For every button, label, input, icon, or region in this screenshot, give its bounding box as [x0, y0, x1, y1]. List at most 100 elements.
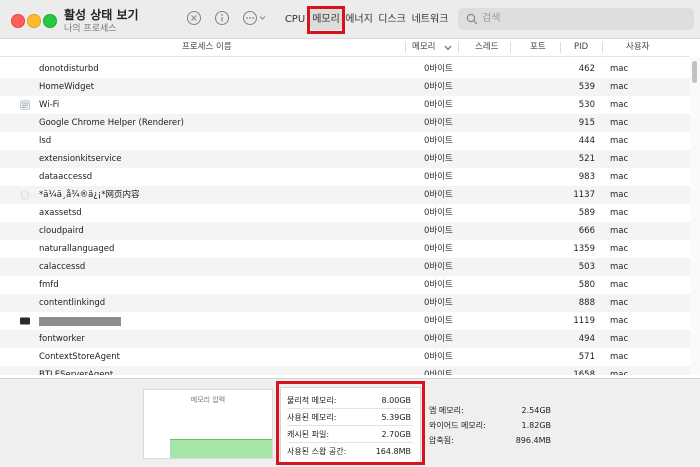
more-actions-icon[interactable]	[242, 10, 268, 26]
process-user: mac	[610, 370, 629, 375]
table-row[interactable]: donotdisturbd 0바이트 462 mac	[0, 60, 690, 78]
table-row[interactable]: extensionkitservice 0바이트 521 mac	[0, 150, 690, 168]
column-divider	[602, 42, 603, 53]
table-row[interactable]: axassetsd 0바이트 589 mac	[0, 204, 690, 222]
table-row[interactable]: BTLEServerAgent 0바이트 1658 mac	[0, 366, 690, 375]
process-user: mac	[610, 316, 629, 326]
app-icon	[20, 190, 30, 200]
process-user: mac	[610, 226, 629, 236]
process-memory: 0바이트	[424, 100, 453, 110]
toolbar: 활성 상태 보기 나의 프로세스 CPU 메모리 에너지 디스크 네트워크 검색	[0, 0, 700, 39]
stat-label: 앱 메모리:	[429, 406, 464, 415]
table-row[interactable]: *ä¼ä¸å¾®ä¿¡*网页内容 0바이트 1137 mac	[0, 186, 690, 204]
process-pid: 1137	[573, 190, 595, 200]
column-process-name[interactable]: 프로세스 이름	[182, 39, 232, 56]
table-row[interactable]: Google Chrome Helper (Renderer) 0바이트 915…	[0, 114, 690, 132]
process-pid: 589	[578, 208, 595, 218]
memory-pressure-label: 메모리 압력	[190, 396, 226, 404]
info-icon[interactable]	[214, 10, 230, 26]
terminal-app-icon	[20, 317, 30, 325]
column-user[interactable]: 사용자	[626, 39, 649, 56]
process-list: donotdisturbd 0바이트 462 mac HomeWidget 0바…	[0, 57, 690, 375]
process-memory: 0바이트	[424, 298, 453, 308]
process-name: ContextStoreAgent	[39, 352, 120, 362]
process-memory: 0바이트	[424, 316, 453, 326]
column-header: 프로세스 이름 메모리 스레드 포트 PID 사용자	[0, 39, 690, 57]
process-memory: 0바이트	[424, 262, 453, 272]
table-row[interactable]: fontworker 0바이트 494 mac	[0, 330, 690, 348]
zoom-window-button[interactable]	[43, 14, 57, 28]
scrollbar-thumb[interactable]	[692, 61, 697, 83]
minimize-window-button[interactable]	[27, 14, 41, 28]
table-row[interactable]: Wi-Fi 0바이트 530 mac	[0, 96, 690, 114]
process-pid: 666	[578, 226, 595, 236]
redacted-name	[39, 317, 121, 326]
process-pid: 1359	[573, 244, 595, 254]
process-user: mac	[610, 136, 629, 146]
process-user: mac	[610, 154, 629, 164]
memory-tab-highlight	[307, 6, 345, 34]
process-pid: 462	[578, 64, 595, 74]
tab-cpu[interactable]: CPU	[283, 9, 307, 30]
table-row[interactable]: fmfd 0바이트 580 mac	[0, 276, 690, 294]
process-name: Google Chrome Helper (Renderer)	[39, 118, 184, 128]
stat-value: 896.4MB	[515, 436, 551, 445]
process-name: contentlinkingd	[39, 298, 106, 308]
process-pid: 983	[578, 172, 595, 182]
table-row[interactable]: naturallanguaged 0바이트 1359 mac	[0, 240, 690, 258]
table-row[interactable]: ContextStoreAgent 0바이트 571 mac	[0, 348, 690, 366]
tab-energy[interactable]: 에너지	[344, 9, 374, 30]
process-pid: 530	[578, 100, 595, 110]
table-row[interactable]: HomeWidget 0바이트 539 mac	[0, 78, 690, 96]
process-pid: 571	[578, 352, 595, 362]
process-name: cloudpaird	[39, 226, 84, 236]
process-name: BTLEServerAgent	[39, 370, 114, 375]
memory-pressure-graph: 메모리 압력	[143, 389, 273, 459]
column-memory[interactable]: 메모리	[412, 39, 435, 56]
process-memory: 0바이트	[424, 118, 453, 128]
process-pid: 1119	[573, 316, 595, 326]
process-memory: 0바이트	[424, 190, 453, 200]
wifi-app-icon	[20, 100, 30, 110]
tab-network[interactable]: 네트워크	[410, 9, 450, 30]
process-pid: 915	[578, 118, 595, 128]
column-ports[interactable]: 포트	[530, 39, 546, 56]
search-icon	[466, 13, 478, 25]
column-threads[interactable]: 스레드	[475, 39, 498, 56]
column-pid[interactable]: PID	[574, 39, 588, 56]
process-pid: 503	[578, 262, 595, 272]
process-name: calaccessd	[39, 262, 86, 272]
process-user: mac	[610, 262, 629, 272]
tab-disk[interactable]: 디스크	[377, 9, 407, 30]
process-pid: 888	[578, 298, 595, 308]
process-memory: 0바이트	[424, 64, 453, 74]
process-user: mac	[610, 118, 629, 128]
stat-app-memory: 앱 메모리: 2.54GB	[429, 403, 551, 418]
table-row[interactable]: contentlinkingd 0바이트 888 mac	[0, 294, 690, 312]
process-memory: 0바이트	[424, 280, 453, 290]
table-row[interactable]: calaccessd 0바이트 503 mac	[0, 258, 690, 276]
table-row[interactable]: dataaccessd 0바이트 983 mac	[0, 168, 690, 186]
stop-process-icon[interactable]	[186, 10, 202, 26]
vertical-scrollbar[interactable]	[690, 57, 700, 375]
column-divider	[405, 42, 406, 53]
process-memory: 0바이트	[424, 136, 453, 146]
search-field[interactable]: 검색	[458, 8, 694, 30]
window-subtitle: 나의 프로세스	[64, 24, 117, 34]
process-name: naturallanguaged	[39, 244, 115, 254]
activity-monitor-window: 활성 상태 보기 나의 프로세스 CPU 메모리 에너지 디스크 네트워크 검색	[0, 0, 700, 467]
table-row[interactable]: 0바이트 1119 mac	[0, 312, 690, 330]
process-name: fmfd	[39, 280, 59, 290]
process-pid: 521	[578, 154, 595, 164]
process-user: mac	[610, 64, 629, 74]
process-user: mac	[610, 208, 629, 218]
close-window-button[interactable]	[11, 14, 25, 28]
column-divider	[458, 42, 459, 53]
search-placeholder: 검색	[482, 13, 501, 24]
stat-label: 와이어드 메모리:	[429, 421, 486, 430]
process-user: mac	[610, 334, 629, 344]
table-row[interactable]: cloudpaird 0바이트 666 mac	[0, 222, 690, 240]
table-row[interactable]: lsd 0바이트 444 mac	[0, 132, 690, 150]
process-user: mac	[610, 352, 629, 362]
process-name: *ä¼ä¸å¾®ä¿¡*网页内容	[39, 190, 140, 200]
